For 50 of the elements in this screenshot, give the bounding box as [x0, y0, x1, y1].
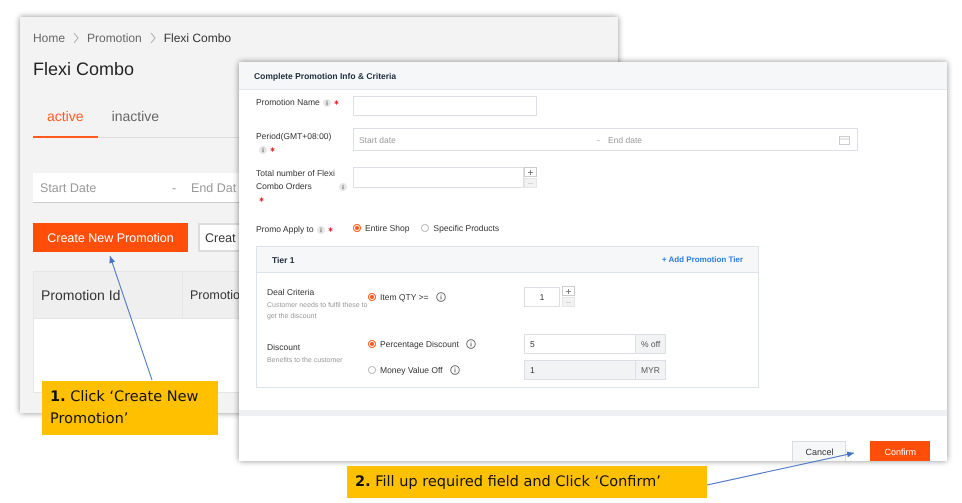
increment-button[interactable]: [524, 167, 537, 177]
page-title: Flexi Combo: [33, 59, 134, 81]
unit-label: MYR: [636, 360, 666, 380]
cancel-button[interactable]: Cancel: [792, 441, 846, 461]
field-label: Period(GMT+08:00): [256, 131, 332, 141]
quantity-field[interactable]: 1: [524, 286, 560, 306]
info-icon: [316, 226, 325, 234]
plus-icon: [527, 168, 534, 176]
radio-button[interactable]: [421, 224, 430, 232]
info-icon: [436, 292, 446, 302]
info-icon: [339, 182, 347, 191]
radio-option[interactable]: Specific Products: [421, 223, 500, 233]
info-icon: [322, 98, 331, 107]
text-field[interactable]: [353, 96, 537, 116]
radio-button[interactable]: [368, 366, 376, 374]
add-tier-link[interactable]: + Add Promotion Tier: [662, 255, 743, 264]
field-label: Promo Apply to: [256, 224, 314, 234]
callout-note: 2. Fill up required field and Click ‘Confirm’: [347, 466, 707, 498]
column-header: Promotion Id: [34, 272, 183, 318]
number-field[interactable]: [353, 167, 524, 188]
calendar-icon: [839, 134, 850, 144]
radio-button[interactable]: [353, 224, 361, 232]
radio-option[interactable]: Money Value Off: [368, 365, 524, 375]
field-label: Total number of Flexi Combo Orders: [256, 167, 336, 193]
tier-title: Tier 1: [272, 254, 295, 264]
radio-option[interactable]: Entire Shop: [353, 223, 410, 233]
radio-button[interactable]: [368, 292, 376, 300]
dialog-title: Complete Promotion Info & Criteria: [254, 70, 396, 80]
breadcrumb-item[interactable]: Promotion: [87, 31, 142, 45]
radio-option[interactable]: Percentage Discount: [368, 339, 524, 349]
unit-label: % off: [636, 334, 666, 354]
section-label: Deal Criteria: [267, 286, 316, 298]
value-field[interactable]: 5: [524, 334, 636, 354]
callout-note: 1. Click ‘Create New Promotion’: [42, 381, 218, 435]
info-icon: [450, 365, 460, 375]
breadcrumb-item[interactable]: Home: [33, 31, 66, 45]
breadcrumb-item: Flexi Combo: [164, 31, 232, 45]
increment-button[interactable]: [562, 286, 575, 296]
info-icon: [259, 146, 267, 154]
radio-option[interactable]: Item QTY >=: [368, 292, 524, 302]
plus-icon: [565, 288, 572, 294]
field-label: Promotion Name: [256, 97, 320, 107]
radio-button[interactable]: [368, 340, 376, 348]
chevron-icon: [150, 32, 156, 44]
section-label: Discount: [267, 341, 302, 353]
info-icon: [466, 339, 476, 349]
tab[interactable]: inactive: [98, 101, 174, 138]
chevron-icon: [73, 32, 80, 44]
column-header: Promotio: [188, 287, 240, 304]
button[interactable]: Creat: [198, 223, 239, 252]
